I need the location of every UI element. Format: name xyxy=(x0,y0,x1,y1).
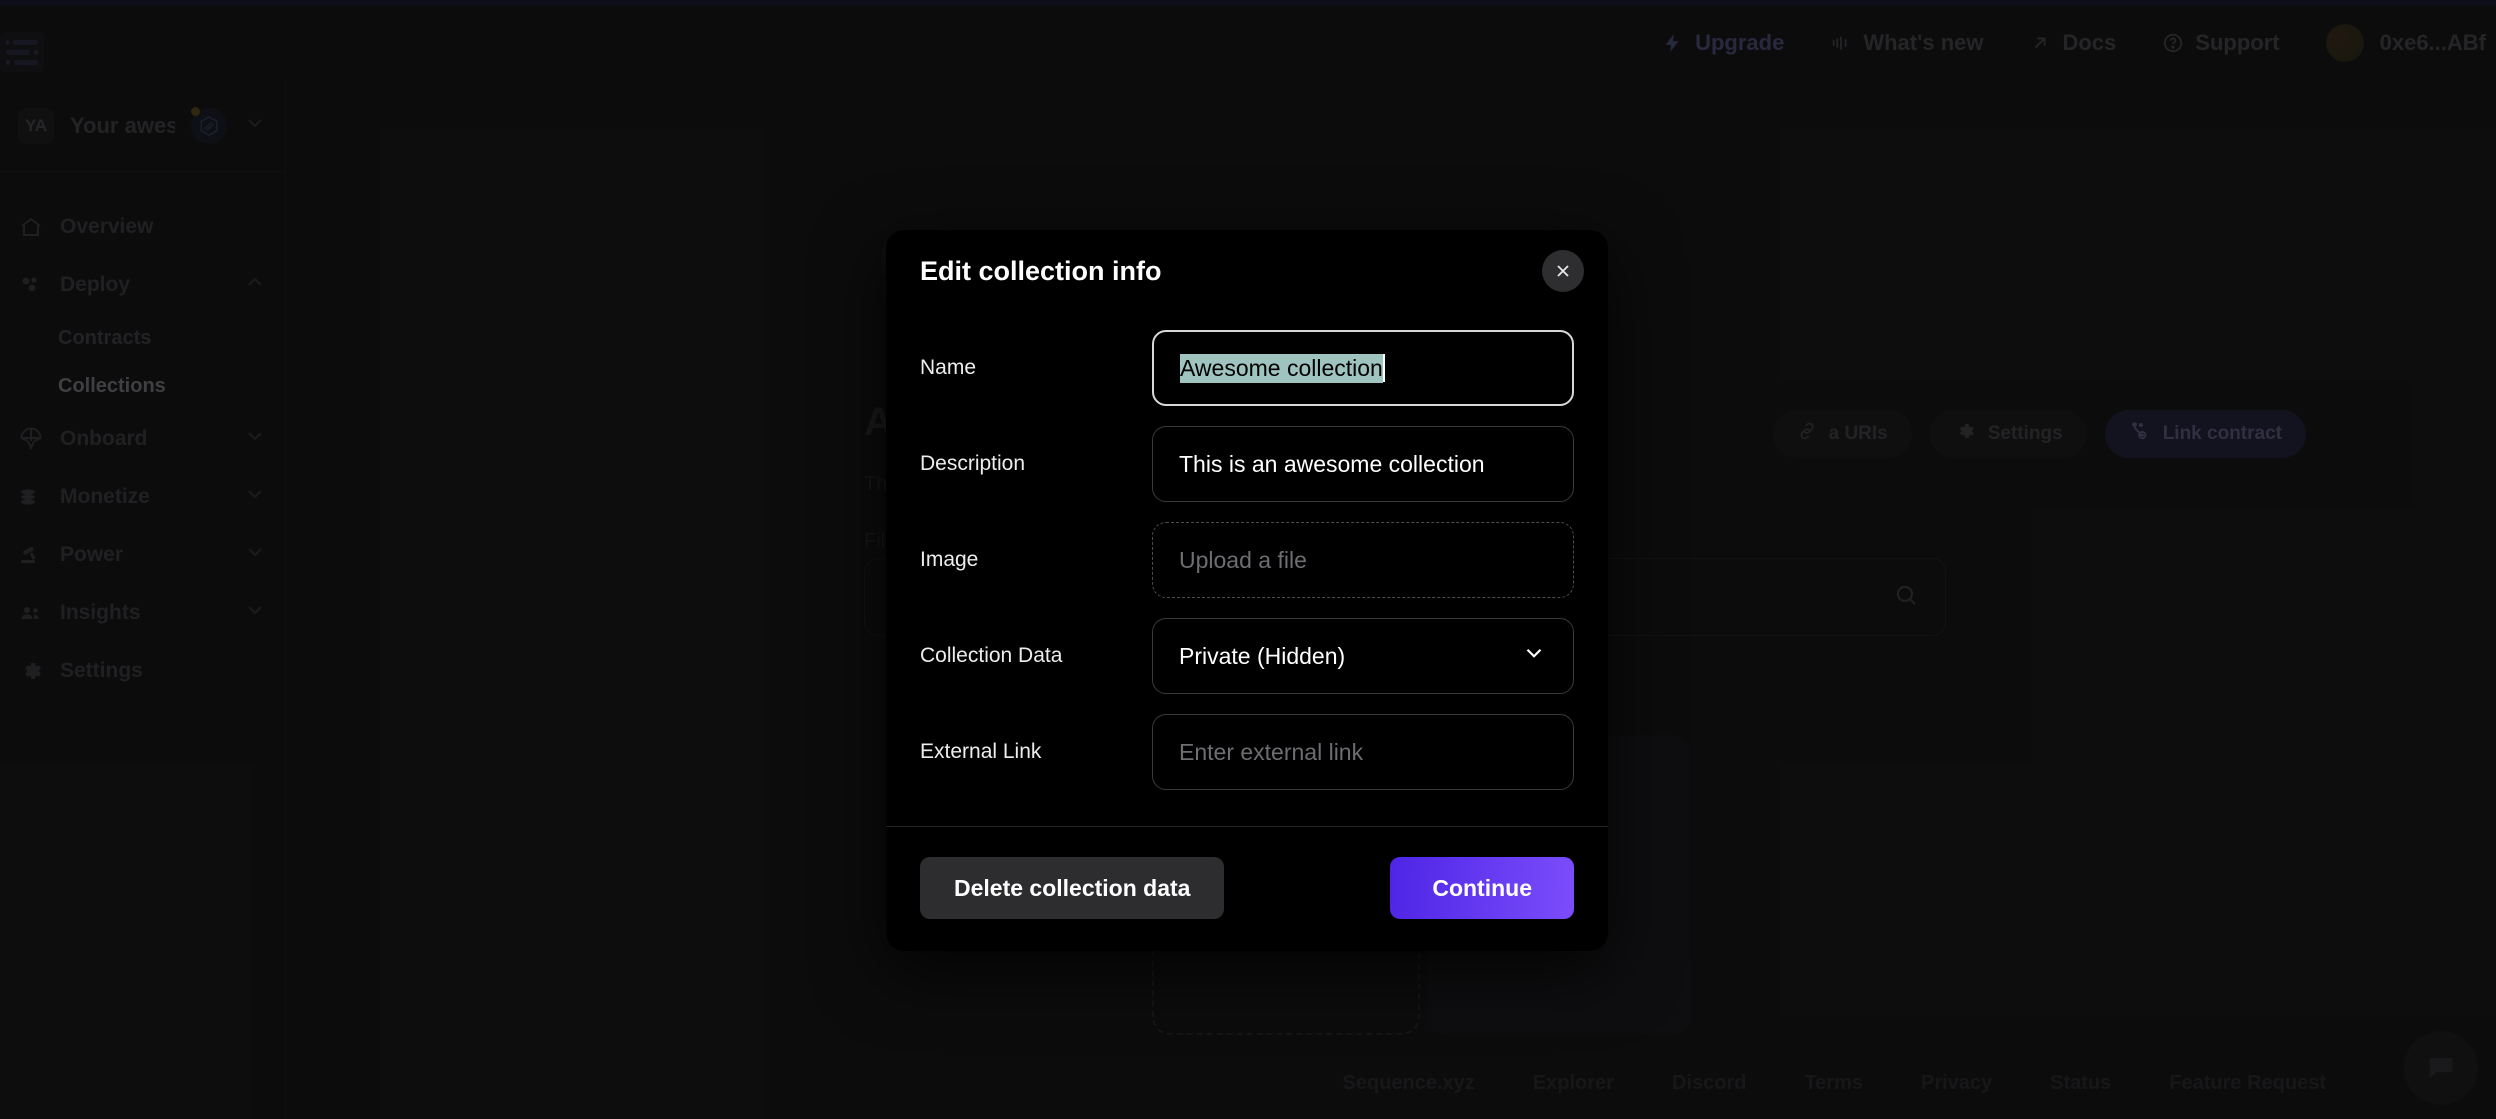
field-label: Description xyxy=(920,452,1152,476)
field-label: External Link xyxy=(920,740,1152,764)
collection-data-value: Private (Hidden) xyxy=(1179,643,1345,670)
field-label: Name xyxy=(920,356,1152,380)
external-link-input[interactable]: Enter external link xyxy=(1152,714,1574,790)
field-collection-data: Collection Data Private (Hidden) xyxy=(920,618,1574,694)
modal-body: Name Awesome collection Description This… xyxy=(886,312,1608,826)
field-label: Collection Data xyxy=(920,644,1152,668)
edit-collection-modal: Edit collection info Name Awesome collec… xyxy=(886,230,1608,951)
continue-button[interactable]: Continue xyxy=(1390,857,1574,919)
description-input[interactable]: This is an awesome collection xyxy=(1152,426,1574,502)
field-external-link: External Link Enter external link xyxy=(920,714,1574,790)
chevron-down-icon xyxy=(1521,640,1547,672)
close-icon[interactable] xyxy=(1542,250,1584,292)
modal-header: Edit collection info xyxy=(886,230,1608,312)
external-link-placeholder: Enter external link xyxy=(1179,739,1363,766)
delete-collection-data-button[interactable]: Delete collection data xyxy=(920,857,1224,919)
name-input-value: Awesome collection xyxy=(1180,354,1383,383)
text-caret xyxy=(1383,354,1385,382)
collection-data-select[interactable]: Private (Hidden) xyxy=(1152,618,1574,694)
name-input[interactable]: Awesome collection xyxy=(1152,330,1574,406)
image-upload-placeholder: Upload a file xyxy=(1179,547,1307,574)
modal-footer: Delete collection data Continue xyxy=(886,826,1608,951)
field-name: Name Awesome collection xyxy=(920,330,1574,406)
image-upload-input[interactable]: Upload a file xyxy=(1152,522,1574,598)
app-root: Upgrade What's new Docs xyxy=(0,0,2496,1119)
field-image: Image Upload a file xyxy=(920,522,1574,598)
field-label: Image xyxy=(920,548,1152,572)
field-description: Description This is an awesome collectio… xyxy=(920,426,1574,502)
modal-title: Edit collection info xyxy=(920,256,1162,287)
description-input-value: This is an awesome collection xyxy=(1179,451,1485,478)
